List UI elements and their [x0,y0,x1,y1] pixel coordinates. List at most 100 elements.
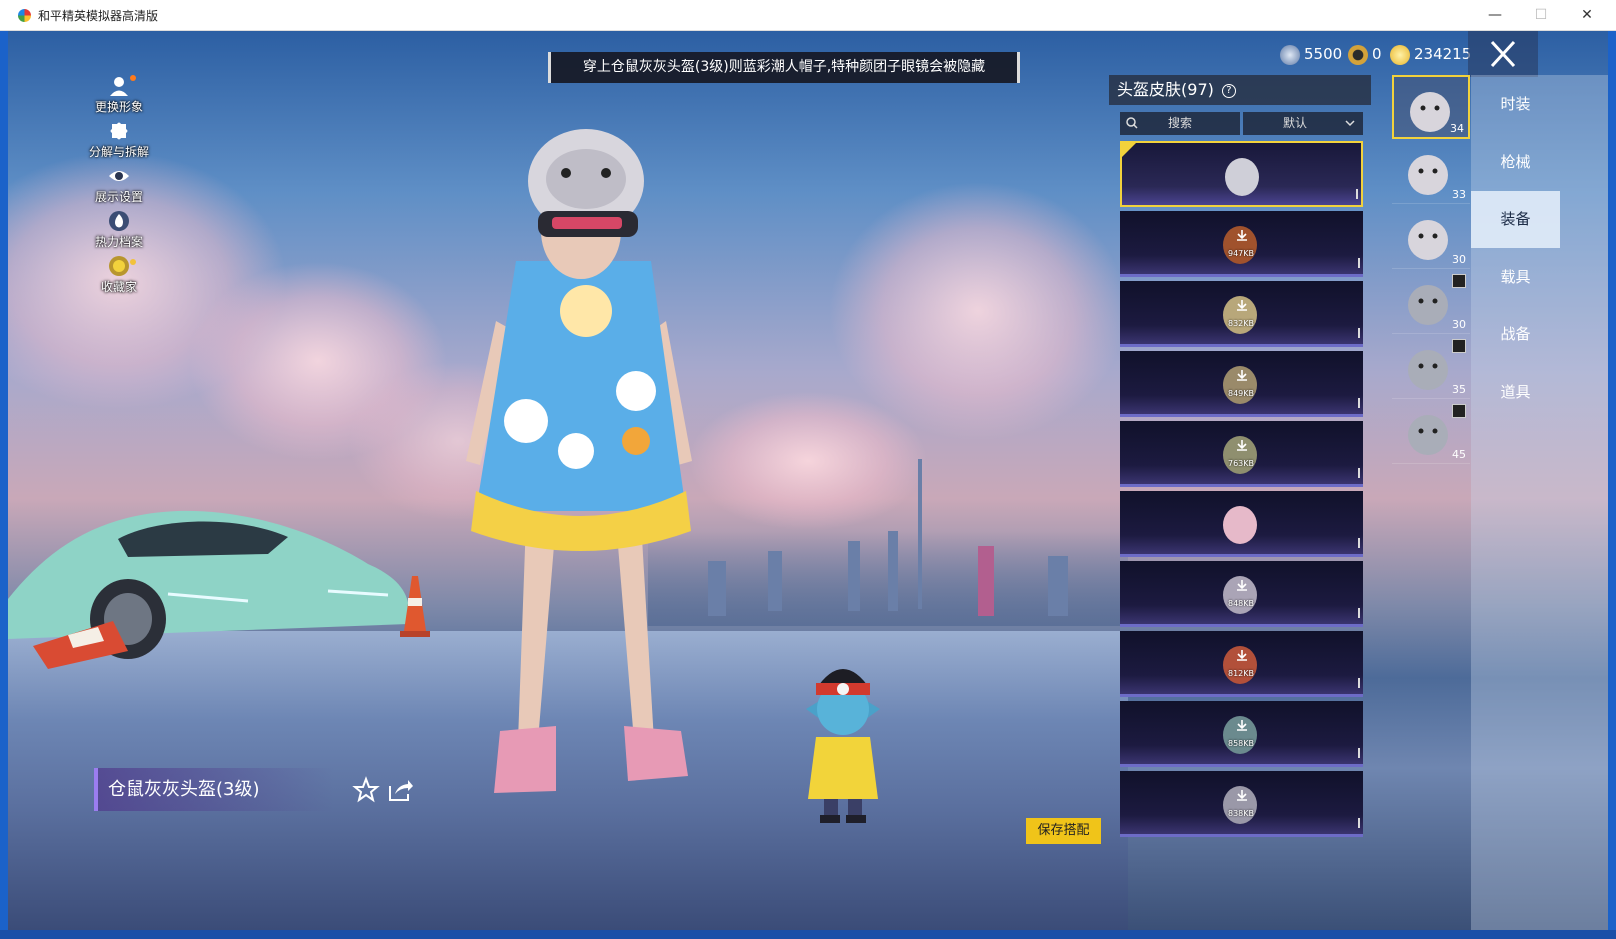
tower [768,551,782,611]
maximize-button[interactable]: ☐ [1518,0,1564,31]
category-tab[interactable]: 载具 [1471,249,1560,306]
skin-thumbnail[interactable]: 45 [1392,400,1470,464]
app-logo-icon [18,9,31,22]
side-item-label: 收藏家 [100,280,137,294]
tower [918,459,922,609]
sort-dropdown[interactable]: 默认 [1243,112,1363,135]
file-size: 947KB [1227,249,1254,258]
tower [978,546,994,616]
file-size: 832KB [1227,319,1254,328]
category-tabs: 时装 枪械 装备 载具 战备 道具 [1471,75,1608,930]
skin-thumbnail[interactable]: 30 [1392,205,1470,269]
currency-value: 0 [1372,45,1382,63]
tower [1048,556,1068,616]
display-settings-button[interactable]: 展示设置 [84,165,154,210]
eye-icon [109,171,129,181]
search-label: 搜索 [1167,116,1192,130]
row-tick [1356,189,1358,199]
close-icon[interactable] [1468,31,1538,77]
row-tick [1358,328,1360,338]
lock-badge-icon [1452,404,1466,418]
favorite-star-icon[interactable] [352,776,380,804]
search-input[interactable]: 搜索 [1120,112,1240,135]
companion-character [806,669,880,823]
currency-value: 5500 [1304,45,1343,63]
file-size: 838KB [1227,809,1254,818]
search-icon [1126,117,1138,129]
selected-item-name: 仓鼠灰灰头盔(3级) [94,768,334,811]
heat-archive-button[interactable]: 热力档案 [84,210,154,255]
traffic-cone [33,621,128,669]
skin-thumbnail[interactable]: 30 [1392,270,1470,334]
title-bar: 和平精英模拟器高清版 — ☐ ✕ [0,0,1616,31]
helmet-thumbnail [1223,366,1257,404]
row-tick [1358,608,1360,618]
download-icon [1237,790,1247,801]
helmet-thumbnail [1223,576,1257,614]
skin-row[interactable]: 849KB [1120,351,1363,417]
skin-row[interactable]: 858KB [1120,701,1363,767]
panel-title: 头盔皮肤 [1117,80,1182,99]
minimize-button[interactable]: — [1472,0,1518,31]
skin-row[interactable] [1120,491,1363,557]
notification-dot [130,75,136,81]
taskbar [0,930,1616,939]
skin-row[interactable]: 832KB [1120,281,1363,347]
hamster-icon [1408,220,1448,260]
side-item-label: 展示设置 [94,190,143,204]
download-icon [1237,440,1247,451]
skin-row[interactable]: 848KB [1120,561,1363,627]
skin-thumbnail[interactable]: 33 [1392,140,1470,204]
lock-badge-icon [1452,274,1466,288]
emulator-window: 和平精英模拟器高清版 — ☐ ✕ 更换形象 分解与拆解 展示设置 热力档案 收藏… [0,0,1616,939]
file-size: 812KB [1227,669,1254,678]
helmet-thumbnail [1223,506,1257,544]
help-icon[interactable]: ? [1221,83,1236,98]
side-item-label: 热力档案 [94,235,143,249]
cloud [688,391,928,531]
hamster-icon [1408,155,1448,195]
save-outfit-button[interactable]: 保存搭配 [1026,818,1101,844]
thumbnail-count: 30 [1452,253,1466,266]
traffic-cone [400,576,430,637]
skin-thumbnail[interactable]: 34 [1392,75,1470,139]
currency-medal: 0 [1348,43,1382,65]
change-appearance-button[interactable]: 更换形象 [84,75,154,120]
row-tick [1358,818,1360,828]
skin-row[interactable]: 838KB [1120,771,1363,837]
medal-icon [109,256,129,276]
side-item-label: 分解与拆解 [88,145,149,159]
info-banner: 穿上仓鼠灰灰头盔(3级)则蓝彩潮人帽子,特种颜团子眼镜会被隐藏 [548,52,1020,83]
skin-thumbnail[interactable]: 35 [1392,335,1470,399]
close-window-button[interactable]: ✕ [1564,0,1610,31]
helmet-thumbnail [1223,296,1257,334]
category-tab[interactable]: 枪械 [1471,134,1560,191]
side-menu: 更换形象 分解与拆解 展示设置 热力档案 收藏家 [84,75,154,300]
skin-row[interactable]: 763KB [1120,421,1363,487]
file-size: 849KB [1227,389,1254,398]
window-title: 和平精英模拟器高清版 [38,9,159,23]
puzzle-icon [110,122,128,140]
download-icon [1237,580,1247,591]
skin-row[interactable]: 947KB [1120,211,1363,277]
medal-coin-icon [1348,44,1368,65]
category-tab[interactable]: 道具 [1471,364,1560,421]
skin-row[interactable]: 812KB [1120,631,1363,697]
hamster-icon [1408,285,1448,325]
decompose-button[interactable]: 分解与拆解 [84,120,154,165]
skin-list: 947KB 832KB 849KB 763KB 848KB 812KB 858KB 838KB [1120,141,1363,853]
category-tab[interactable]: 装备 [1471,191,1560,248]
lock-badge-icon [1452,339,1466,353]
city-skyline [648,459,1128,626]
file-size: 858KB [1227,739,1254,748]
category-tab[interactable]: 时装 [1471,76,1560,133]
skin-row[interactable] [1120,141,1363,207]
file-size: 848KB [1227,599,1254,608]
category-tab[interactable]: 战备 [1471,306,1560,363]
collector-button[interactable]: 收藏家 [84,255,154,300]
helmet-skin-panel: 头盔皮肤(97) ? 搜索 默认 947KB 832KB 849KB 763KB 848… [1109,75,1371,855]
download-icon [1237,370,1247,381]
share-icon[interactable] [386,776,414,804]
currency-globe: 5500 [1280,43,1342,65]
helmet-thumbnail [1223,436,1257,474]
